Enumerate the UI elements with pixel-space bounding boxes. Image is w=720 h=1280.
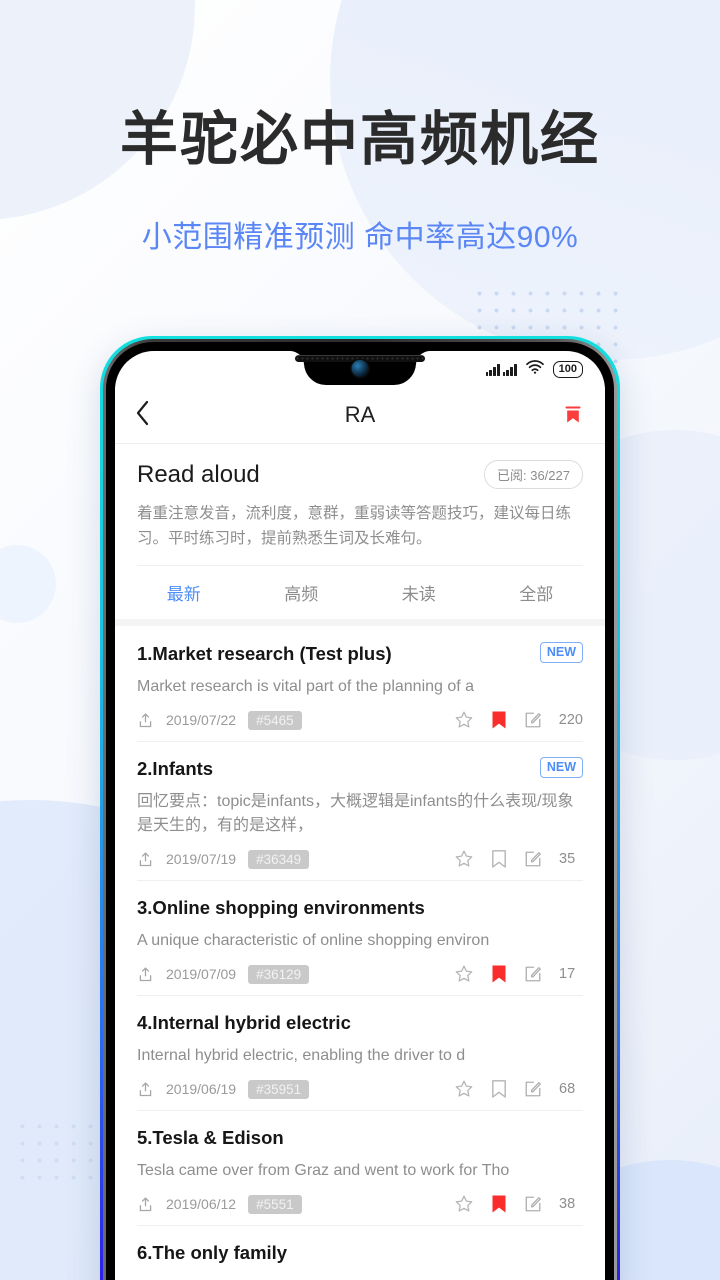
item-tag: #5551 [248,1194,302,1214]
share-icon[interactable] [137,966,154,983]
item-title: 1.Market research (Test plus) [137,643,392,665]
tab-high-frequency[interactable]: 高频 [243,580,361,605]
item-date: 2019/07/09 [166,966,237,983]
section-description: 着重注意发音，流利度，意群，重弱读等答题技巧，建议每日练习。平时练习时，提前熟悉… [137,505,572,548]
tab-latest[interactable]: 最新 [125,580,243,605]
item-date: 2019/06/19 [166,1081,237,1098]
item-meta-row: 2019/07/22 #5465 220 [137,710,583,730]
item-meta-row: 2019/06/19 #35951 68 [137,1079,583,1099]
star-outline-icon[interactable] [454,1079,474,1099]
bookmark-outline-icon[interactable] [491,849,507,869]
list-item[interactable]: 1.Market research (Test plus) NEW Market… [115,626,605,741]
read-progress-badge: 已阅: 36/227 [484,460,583,489]
item-count: 17 [559,966,576,983]
item-description: Market research is vital part of the pla… [137,678,475,696]
item-title: 4.Internal hybrid electric [137,1012,351,1034]
signal-bars-icon [485,363,517,376]
item-title: 6.The only family [137,1242,288,1264]
item-meta-row: 2019/06/12 #5551 38 [137,1194,583,1214]
tab-all[interactable]: 全部 [478,580,596,605]
item-description: 回忆要点：topic是infants，大概逻辑是infants的什么表现/现象是… [137,793,574,835]
list-item[interactable]: 2.Infants NEW 回忆要点：topic是infants，大概逻辑是in… [115,741,605,880]
decor-circle-small-left [0,545,56,623]
item-count: 35 [559,851,576,868]
item-description: Tesla came over from Graz and went to wo… [137,1162,510,1180]
item-date: 2019/07/22 [166,712,237,729]
star-outline-icon[interactable] [454,710,474,730]
back-chevron-icon[interactable] [135,400,165,430]
list-item[interactable]: 3.Online shopping environments A unique … [115,880,605,995]
status-badge: NEW [539,757,583,778]
question-list: 1.Market research (Test plus) NEW Market… [115,626,605,1277]
bookmark-outline-icon[interactable] [491,1079,507,1099]
share-icon[interactable] [137,851,154,868]
wifi-icon [525,359,544,379]
item-tag: #36349 [248,849,310,869]
list-item[interactable]: 4.Internal hybrid electric Internal hybr… [115,995,605,1110]
item-count: 38 [559,1196,576,1213]
phone-bezel: 100 RA Read aloud 已阅: 36/227 着重注意发音，流利度，… [103,339,617,1280]
phone-mockup: 100 RA Read aloud 已阅: 36/227 着重注意发音，流利度，… [100,336,620,1280]
edit-icon[interactable] [524,965,542,983]
bookmark-filled-icon[interactable] [491,1194,507,1214]
page-title: RA [344,402,376,427]
item-meta-row: 2019/07/19 #36349 35 [137,849,583,869]
star-outline-icon[interactable] [454,1194,474,1214]
section-header: Read aloud 已阅: 36/227 着重注意发音，流利度，意群，重弱读等… [115,444,605,566]
item-count: 220 [558,712,583,729]
front-camera-icon [351,360,369,377]
star-outline-icon[interactable] [454,964,474,984]
item-title: 3.Online shopping environments [137,897,425,919]
promo-headline: 羊驼必中高频机经 [119,107,600,172]
star-outline-icon[interactable] [454,849,474,869]
app-header: RA [115,387,605,443]
item-description: A unique characteristic of online shoppi… [137,932,490,950]
phone-inner-frame: 100 RA Read aloud 已阅: 36/227 着重注意发音，流利度，… [106,342,614,1280]
item-tag: #36129 [248,964,310,984]
list-item[interactable]: 6.The only family [115,1225,605,1276]
item-title: 2.Infants [137,758,214,780]
edit-icon[interactable] [524,1195,542,1213]
item-date: 2019/07/19 [166,851,237,868]
edit-icon[interactable] [524,850,542,868]
bookmark-filled-icon[interactable] [491,964,507,984]
share-icon[interactable] [137,1196,154,1213]
item-meta-row: 2019/07/09 #36129 17 [137,964,583,984]
edit-icon[interactable] [524,711,542,729]
share-icon[interactable] [137,1081,154,1098]
edit-icon[interactable] [524,1080,542,1098]
item-count: 68 [559,1081,576,1098]
item-tag: #5465 [248,710,302,730]
battery-indicator: 100 [552,360,583,378]
tab-unread[interactable]: 未读 [360,580,478,605]
filter-tabs: 最新 高频 未读 全部 [115,566,605,620]
promo-subheadline: 小范围精准预测 命中率高达90% [141,221,579,254]
item-title: 5.Tesla & Edison [137,1127,284,1149]
status-badge: NEW [539,642,583,663]
bookmark-filled-icon[interactable] [491,710,507,730]
bookmark-icon[interactable] [561,403,585,427]
section-title: Read aloud [137,460,260,488]
tabs-underline [115,619,605,627]
item-description: Internal hybrid electric, enabling the d… [137,1047,466,1065]
phone-screen: 100 RA Read aloud 已阅: 36/227 着重注意发音，流利度，… [115,351,605,1280]
item-date: 2019/06/12 [166,1196,237,1213]
share-icon[interactable] [137,712,154,729]
item-tag: #35951 [248,1079,310,1099]
list-item[interactable]: 5.Tesla & Edison Tesla came over from Gr… [115,1110,605,1225]
